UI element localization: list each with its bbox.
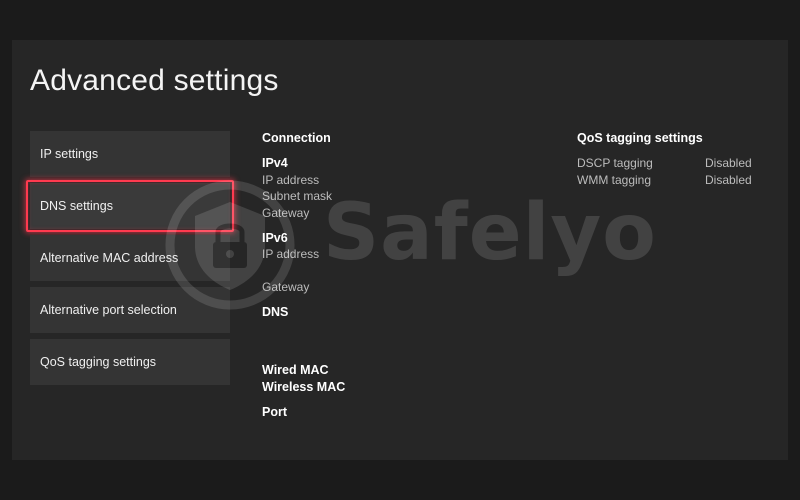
qos-heading: QoS tagging settings <box>577 131 703 145</box>
menu-item-ip-settings[interactable]: IP settings <box>30 131 230 177</box>
wireless-mac-heading: Wireless MAC <box>262 380 346 394</box>
dscp-tagging-status: Disabled <box>705 156 752 170</box>
settings-menu: IP settings DNS settings Alternative MAC… <box>26 131 234 391</box>
wmm-tagging-label: WMM tagging <box>577 173 652 187</box>
page-title: Advanced settings <box>30 64 279 97</box>
ipv6-gateway-label: Gateway <box>262 280 310 294</box>
ipv6-ip-address-label: IP address <box>262 247 320 261</box>
ipv4-heading: IPv4 <box>262 156 288 170</box>
wmm-tagging-status: Disabled <box>705 173 752 187</box>
menu-item-alternative-mac-address[interactable]: Alternative MAC address <box>30 235 230 281</box>
connection-heading: Connection <box>262 131 331 145</box>
ipv6-heading: IPv6 <box>262 231 288 245</box>
wired-mac-heading: Wired MAC <box>262 363 329 377</box>
ipv4-ip-address-label: IP address <box>262 173 320 187</box>
ipv4-subnet-mask-label: Subnet mask <box>262 189 333 203</box>
ipv4-gateway-label: Gateway <box>262 206 310 220</box>
menu-item-dns-settings[interactable]: DNS settings <box>26 180 234 232</box>
menu-item-alternative-port-selection[interactable]: Alternative port selection <box>30 287 230 333</box>
menu-item-qos-tagging-settings[interactable]: QoS tagging settings <box>30 339 230 385</box>
dns-heading: DNS <box>262 305 289 319</box>
port-heading: Port <box>262 405 287 419</box>
dscp-tagging-label: DSCP tagging <box>577 156 653 170</box>
